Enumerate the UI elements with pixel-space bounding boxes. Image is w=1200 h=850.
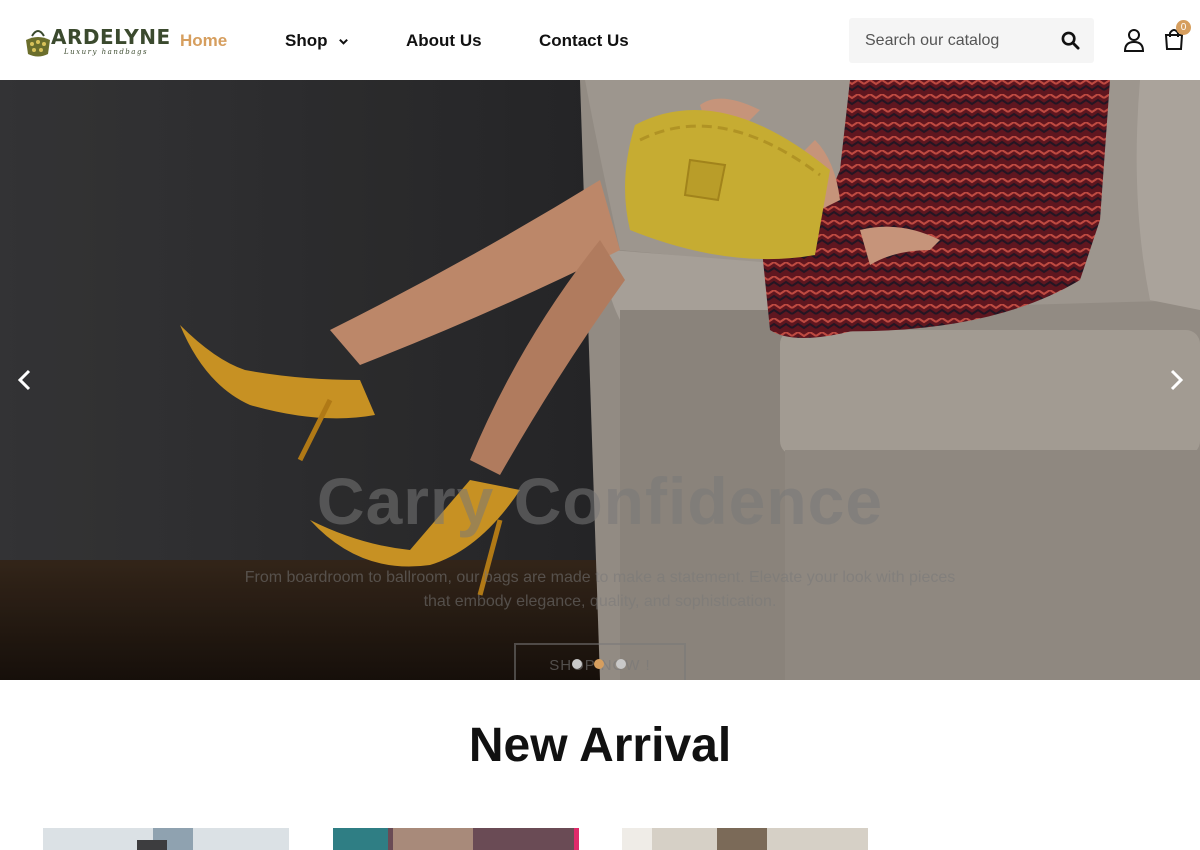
search-icon[interactable]	[1061, 31, 1080, 50]
product-image	[622, 828, 868, 850]
search-input[interactable]	[849, 18, 1054, 63]
nav-item-home[interactable]: Home	[180, 31, 227, 51]
new-arrival-heading: New Arrival	[468, 719, 732, 772]
site-header: ARDELYNE Luxury handbags Home Shop About…	[0, 0, 1200, 80]
slide-dot-3[interactable]	[616, 659, 626, 669]
brand-tagline: Luxury handbags	[64, 48, 149, 56]
nav-item-shop[interactable]: Shop	[285, 31, 349, 51]
nav-item-contact-us[interactable]: Contact Us	[539, 31, 629, 51]
product-thumbnail[interactable]	[622, 828, 868, 850]
product-image	[333, 828, 579, 850]
hero-title: Carry Confidence	[316, 464, 884, 538]
nav-item-about-us[interactable]: About Us	[406, 31, 482, 51]
slide-dot-1[interactable]	[572, 659, 582, 669]
slider-pagination	[572, 659, 638, 669]
brand-logo[interactable]: ARDELYNE Luxury handbags	[24, 24, 170, 60]
hero-slider: Carry Confidence From boardroom to ballr…	[0, 80, 1200, 680]
nav-item-shop-label: Shop	[285, 31, 328, 50]
product-image	[43, 828, 289, 850]
search-box	[849, 18, 1094, 63]
hero-subtitle: From boardroom to ballroom, our bags are…	[244, 569, 956, 610]
product-thumbnail[interactable]	[333, 828, 579, 850]
logo-bag-icon	[26, 30, 50, 57]
product-thumbnail[interactable]	[43, 828, 289, 850]
chevron-down-icon	[338, 38, 348, 45]
chevron-right-icon[interactable]	[1163, 368, 1187, 392]
slide-dot-2[interactable]	[594, 659, 604, 669]
cart-count-badge: 0	[1176, 20, 1191, 35]
user-icon[interactable]	[1123, 28, 1145, 52]
chevron-left-icon[interactable]	[14, 368, 38, 392]
brand-name: ARDELYNE	[51, 25, 171, 49]
